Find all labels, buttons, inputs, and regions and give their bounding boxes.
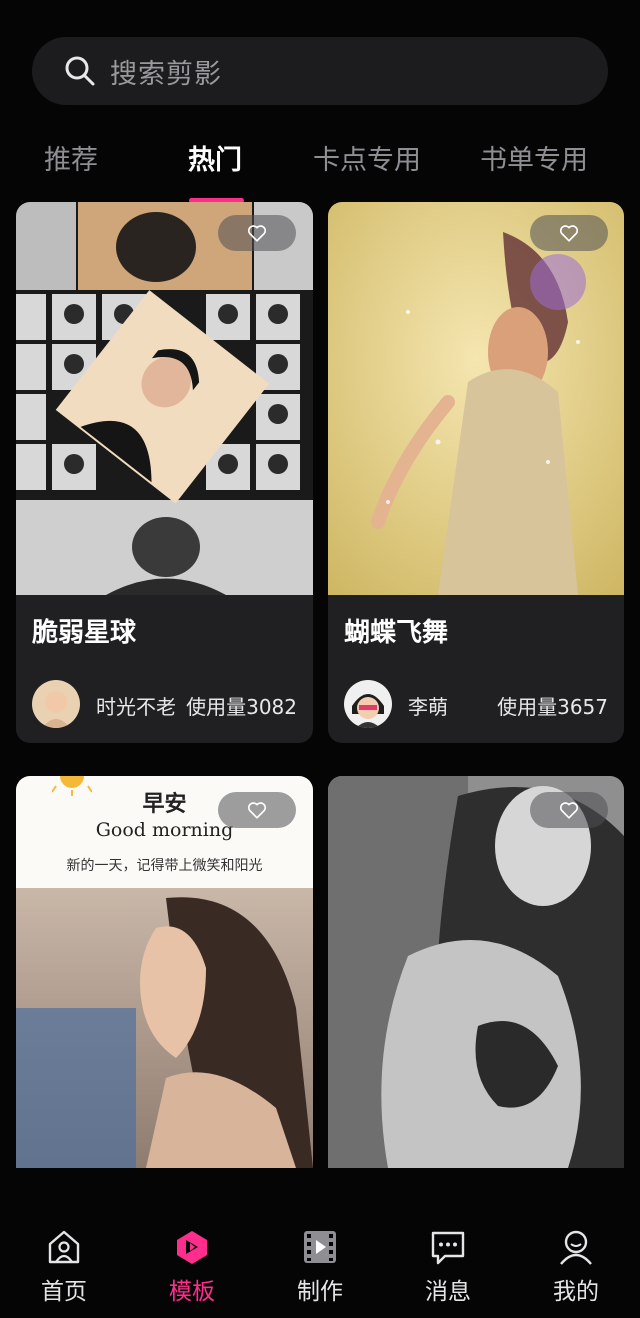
tab-recommend[interactable]: 推荐 [44, 138, 98, 177]
category-tabs: 推荐 热门 卡点专用 书单专用 [0, 128, 640, 203]
bw-woman-portrait-photo [328, 776, 624, 1168]
favorite-button[interactable] [530, 792, 608, 828]
bottom-nav: 首页 模板 制作 消息 我的 [0, 1200, 640, 1318]
heart-icon [247, 802, 267, 819]
dancing-girl-yellow-photo [328, 202, 624, 595]
message-icon [431, 1231, 465, 1265]
nav-profile[interactable]: 我的 [526, 1228, 626, 1306]
search-bar[interactable]: 搜索剪影 [32, 37, 608, 105]
tab-hot[interactable]: 热门 [188, 138, 242, 177]
favorite-button[interactable] [218, 792, 296, 828]
author-name: 李萌 [408, 695, 448, 719]
template-card[interactable]: 蝴蝶飞舞 李萌 使用量3657 [328, 202, 624, 743]
template-card[interactable] [328, 776, 624, 1168]
heart-icon [559, 802, 579, 819]
heart-icon [247, 225, 267, 242]
author-name: 时光不老 [96, 695, 176, 719]
film-play-icon [304, 1231, 336, 1263]
tab-book-list[interactable]: 书单专用 [480, 138, 588, 177]
nav-label: 我的 [553, 1279, 599, 1305]
favorite-button[interactable] [218, 215, 296, 251]
nav-messages[interactable]: 消息 [398, 1228, 498, 1306]
home-person-icon [48, 1230, 80, 1264]
search-icon [65, 56, 95, 86]
template-card[interactable]: 早安 Good morning 新的一天，记得带上微笑和阳光 [16, 776, 313, 1168]
nav-label: 首页 [41, 1279, 87, 1305]
usage-count: 使用量3657 [497, 695, 608, 719]
card-title: 脆弱星球 [32, 618, 137, 648]
nav-template[interactable]: 模板 [142, 1228, 242, 1306]
template-card[interactable]: 脆弱星球 时光不老 使用量3082 [16, 202, 313, 743]
profile-icon [560, 1230, 592, 1265]
nav-create[interactable]: 制作 [270, 1228, 370, 1306]
author-avatar [344, 680, 392, 728]
author-avatar [32, 680, 80, 728]
search-input[interactable]: 搜索剪影 [110, 52, 222, 91]
nav-label: 消息 [425, 1279, 471, 1305]
tab-beat-sync[interactable]: 卡点专用 [313, 138, 421, 177]
nav-label: 制作 [297, 1279, 343, 1305]
nav-home[interactable]: 首页 [14, 1228, 114, 1306]
template-icon [177, 1231, 207, 1264]
heart-icon [559, 225, 579, 242]
usage-count: 使用量3082 [186, 695, 297, 719]
woman-profile-image [16, 888, 313, 1168]
thumbnail-caption: 新的一天，记得带上微笑和阳光 [66, 858, 263, 874]
woman-profile-photo: 早安 Good morning 新的一天，记得带上微笑和阳光 [16, 776, 313, 1168]
card-title: 蝴蝶飞舞 [344, 618, 449, 648]
favorite-button[interactable] [530, 215, 608, 251]
collage-bw-portraits-photo [16, 202, 313, 595]
nav-label: 模板 [169, 1279, 215, 1305]
